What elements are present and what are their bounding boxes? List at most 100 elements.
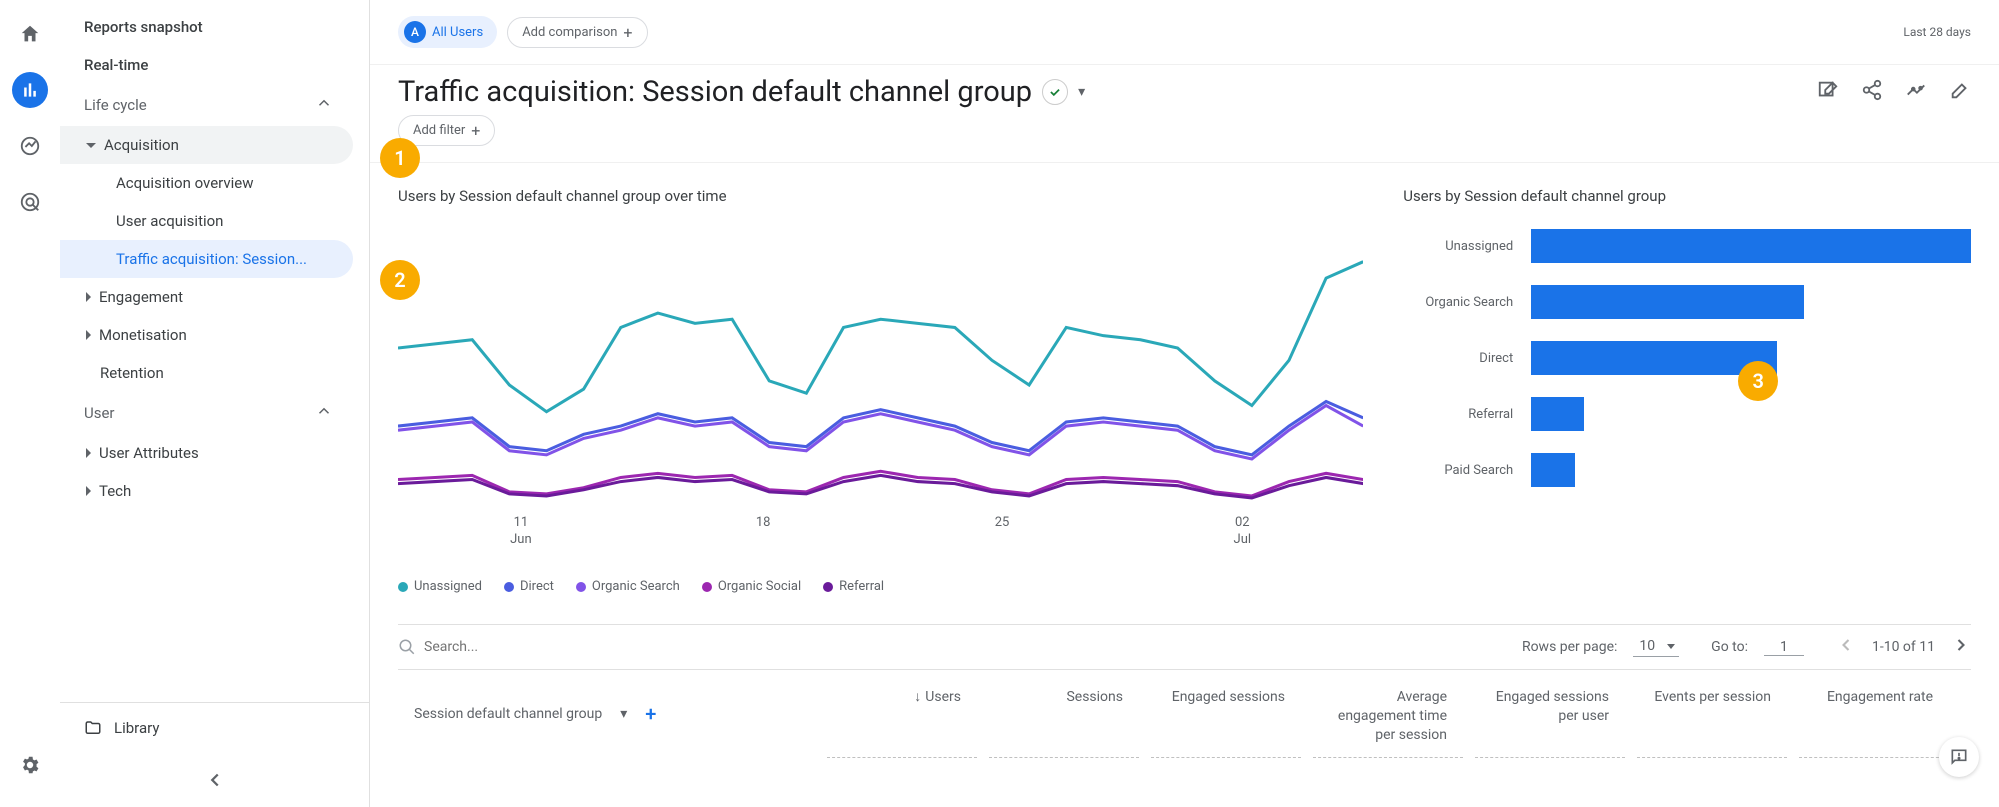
edit-icon[interactable] (1949, 79, 1971, 105)
line-chart-panel: Users by Session default channel group o… (398, 187, 1363, 594)
sidebar-item-acquisition[interactable]: Acquisition (60, 126, 353, 164)
bar-row: Referral (1403, 397, 1971, 431)
col-events-per-session[interactable]: Events per session (1637, 676, 1787, 758)
advertising-icon[interactable] (12, 184, 48, 220)
search-input[interactable] (424, 639, 624, 655)
label: Traffic acquisition: Session... (116, 250, 307, 268)
page-range: 1-10 of 11 (1872, 639, 1935, 655)
bar-label: Paid Search (1403, 463, 1513, 478)
legend-item[interactable]: Referral (823, 579, 884, 594)
sidebar-item-library[interactable]: Library (60, 702, 369, 753)
col-engagement-rate[interactable]: Engagement rate (1799, 676, 1949, 758)
legend-item[interactable]: Organic Social (702, 579, 801, 594)
label: User acquisition (116, 212, 223, 230)
line-chart-legend: Unassigned Direct Organic Search Organic So… (398, 569, 1363, 594)
annotation-1: 1 (380, 138, 420, 178)
sidebar-item-retention[interactable]: Retention (60, 354, 353, 392)
sidebar-item-user-attributes[interactable]: User Attributes (60, 434, 353, 472)
line-chart: 11Jun18 25 02Jul (398, 229, 1363, 569)
rows-per-page-select[interactable]: 10 (1633, 638, 1679, 657)
settings-icon[interactable] (12, 747, 48, 783)
goto-label: Go to: (1711, 639, 1748, 655)
next-page-button[interactable] (1951, 635, 1971, 659)
caret-right-icon (86, 486, 91, 496)
page-title: Traffic acquisition: Session default cha… (398, 75, 1032, 109)
bar-row: Paid Search (1403, 453, 1971, 487)
annotation-2: 2 (380, 260, 420, 300)
bar-chart: Unassigned Organic Search Direct Referral Pa… (1403, 229, 1971, 487)
home-icon[interactable] (12, 16, 48, 52)
icon-rail (0, 0, 60, 807)
add-filter-button[interactable]: Add filter + (398, 115, 495, 146)
add-dimension-button[interactable]: + (645, 702, 656, 726)
caret-down-icon (1667, 644, 1675, 649)
dimension-header[interactable]: Session default channel group ▾ + (398, 670, 821, 758)
sidebar-section-user[interactable]: User (60, 392, 353, 434)
chevron-up-icon (315, 94, 333, 116)
insights-icon[interactable] (1905, 79, 1927, 105)
chevron-up-icon (315, 402, 333, 424)
label: Acquisition (104, 136, 179, 154)
sidebar-item-reports-snapshot[interactable]: Reports snapshot (60, 8, 353, 46)
legend-item[interactable]: Organic Search (576, 579, 680, 594)
label: Real-time (84, 56, 148, 74)
bar-label: Organic Search (1403, 295, 1513, 310)
bar-label: Referral (1403, 407, 1513, 422)
label: Reports snapshot (84, 18, 203, 36)
label: Library (114, 719, 159, 737)
legend-item[interactable]: Unassigned (398, 579, 482, 594)
bar-row: Organic Search (1403, 285, 1971, 319)
sidebar-item-engagement[interactable]: Engagement (60, 278, 353, 316)
col-users[interactable]: ↓Users (827, 676, 977, 758)
label: User Attributes (99, 444, 199, 462)
comparison-bar: A All Users Add comparison + Last 28 day… (370, 0, 1999, 65)
explore-icon[interactable] (12, 128, 48, 164)
caret-right-icon (86, 330, 91, 340)
col-eng-sessions-per-user[interactable]: Engaged sessions per user (1475, 676, 1625, 758)
date-range[interactable]: Last 28 days (1903, 25, 1971, 39)
action-icons (1817, 79, 1971, 105)
customize-icon[interactable] (1817, 79, 1839, 105)
label: Engagement (99, 288, 183, 306)
label: Add filter (413, 123, 465, 138)
col-engaged-sessions[interactable]: Engaged sessions (1151, 676, 1301, 758)
label: Retention (100, 364, 164, 382)
col-sessions[interactable]: Sessions (989, 676, 1139, 758)
legend-item[interactable]: Direct (504, 579, 554, 594)
plus-icon: + (623, 23, 632, 42)
goto-input[interactable]: 1 (1764, 639, 1804, 656)
feedback-button[interactable] (1939, 737, 1979, 777)
sidebar-item-traffic-acq[interactable]: Traffic acquisition: Session... (60, 240, 353, 278)
charts: Users by Session default channel group o… (370, 163, 1999, 604)
dropdown-caret-icon[interactable]: ▾ (1078, 84, 1085, 100)
sidebar-section-lifecycle[interactable]: Life cycle (60, 84, 353, 126)
share-icon[interactable] (1861, 79, 1883, 105)
collapse-sidebar-button[interactable] (60, 753, 369, 807)
label: Acquisition overview (116, 174, 254, 192)
search-icon (398, 638, 416, 656)
verified-icon[interactable] (1042, 79, 1068, 105)
table-search[interactable] (398, 638, 1514, 656)
bar-row: Unassigned (1403, 229, 1971, 263)
label: Add comparison (522, 25, 617, 40)
caret-down-icon: ▾ (620, 706, 627, 722)
add-comparison-button[interactable]: Add comparison + (507, 17, 647, 48)
bar-row: Direct (1403, 341, 1971, 375)
table-pager: Rows per page: 10 Go to: 1 1-10 of 11 (1522, 635, 1971, 659)
segment-all-users[interactable]: A All Users (398, 16, 497, 48)
plus-icon: + (471, 121, 480, 140)
prev-page-button[interactable] (1836, 635, 1856, 659)
segment-badge: A (404, 21, 426, 43)
caret-right-icon (86, 448, 91, 458)
bar-chart-title: Users by Session default channel group (1403, 187, 1971, 205)
sidebar-item-tech[interactable]: Tech (60, 472, 353, 510)
sidebar-item-user-acq[interactable]: User acquisition (60, 202, 353, 240)
segment-label: All Users (432, 25, 483, 40)
sidebar-item-monetisation[interactable]: Monetisation (60, 316, 353, 354)
table-controls: Rows per page: 10 Go to: 1 1-10 of 11 (398, 624, 1971, 669)
col-avg-engagement[interactable]: Average engagement time per session (1313, 676, 1463, 758)
sidebar-item-acq-overview[interactable]: Acquisition overview (60, 164, 353, 202)
reports-icon[interactable] (12, 72, 48, 108)
filter-row: Add filter + (370, 115, 1999, 163)
sidebar-item-realtime[interactable]: Real-time (60, 46, 353, 84)
